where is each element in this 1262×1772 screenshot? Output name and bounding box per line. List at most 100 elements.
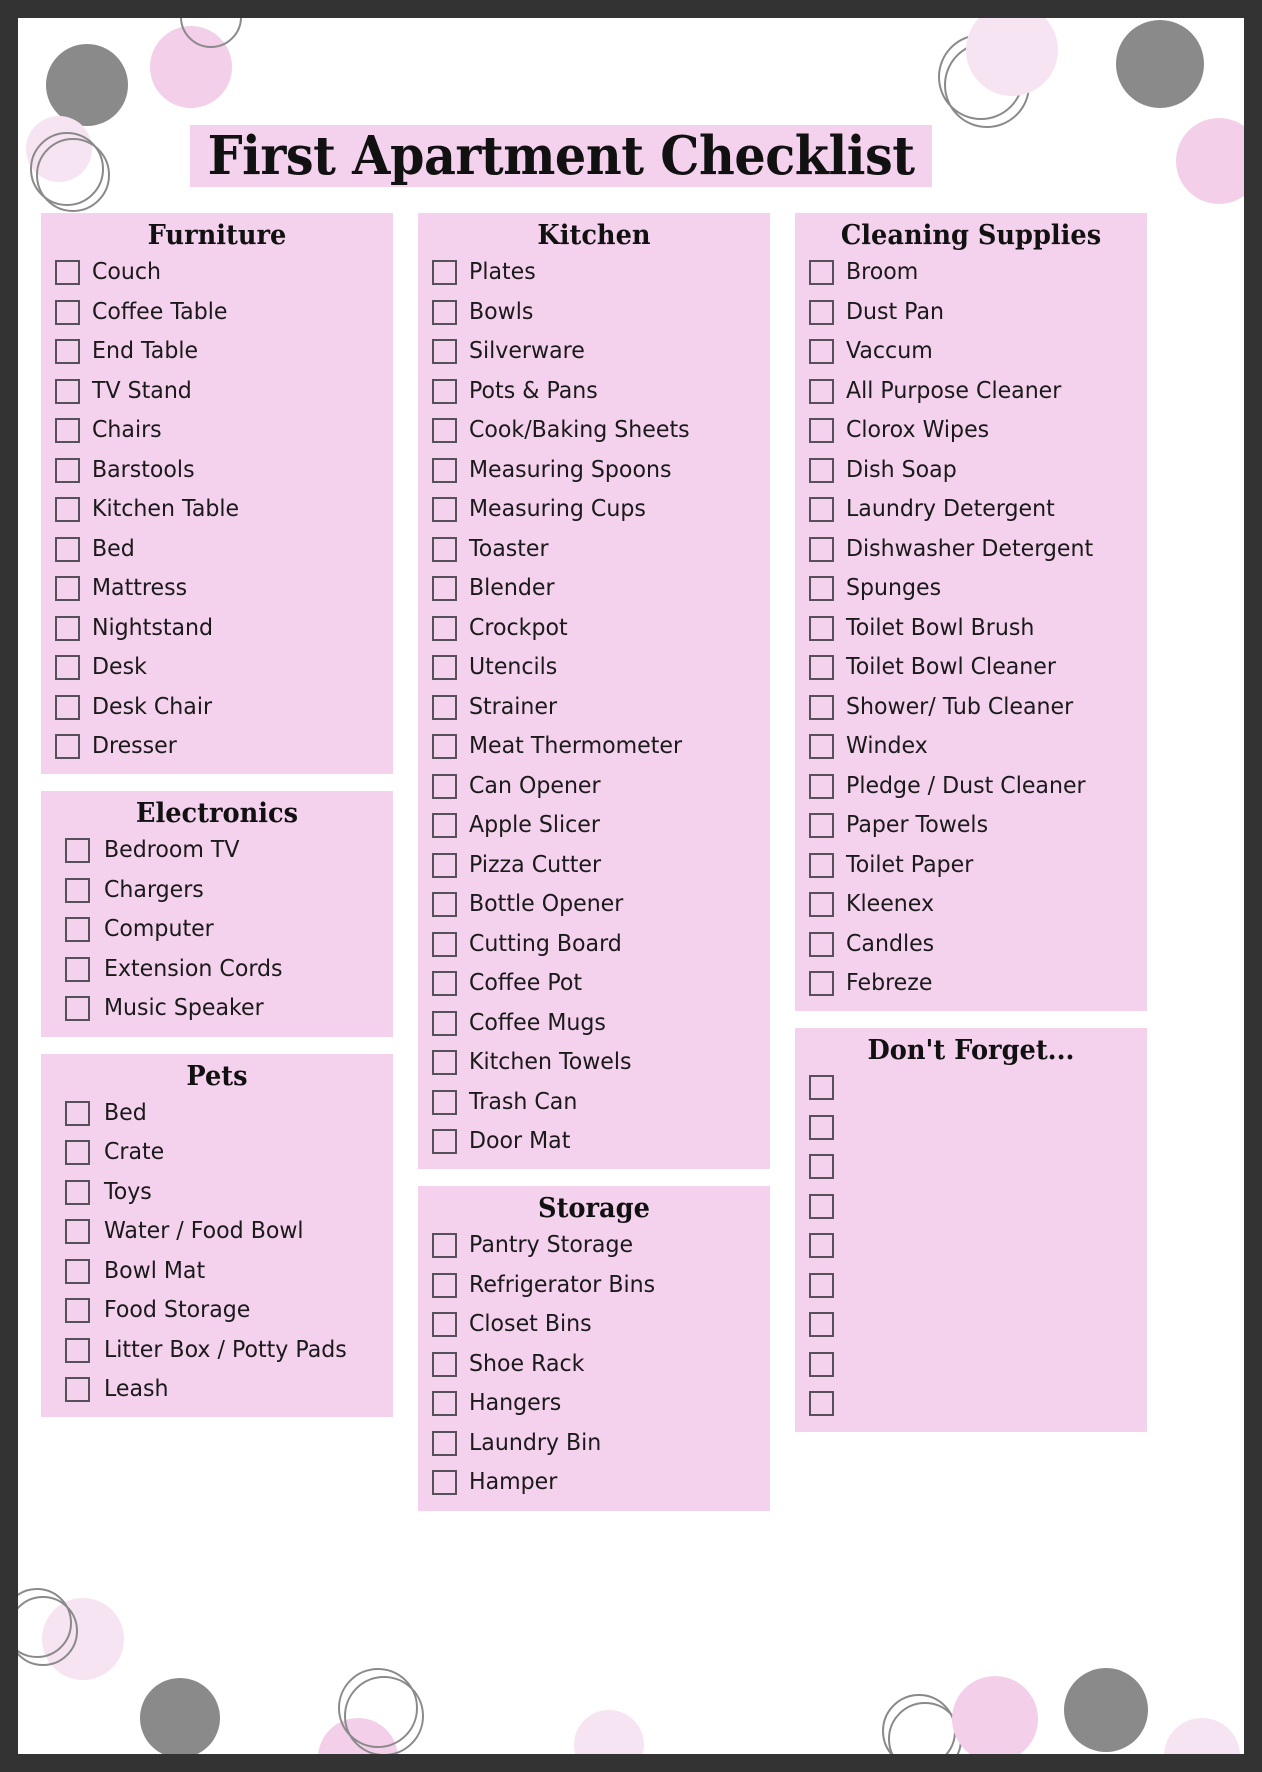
checkbox-icon[interactable] xyxy=(432,1272,457,1298)
checkbox-icon[interactable] xyxy=(65,1140,90,1165)
checkbox-icon[interactable] xyxy=(432,1470,457,1496)
checklist-item[interactable]: Food Storage xyxy=(41,1291,393,1331)
checklist-item[interactable]: Mattress xyxy=(41,569,393,609)
checkbox-icon[interactable] xyxy=(809,576,834,601)
checklist-item[interactable]: Bed xyxy=(41,1093,393,1133)
checkbox-icon[interactable] xyxy=(65,1100,90,1126)
checkbox-icon[interactable] xyxy=(809,418,834,443)
checklist-item[interactable]: Trash Can xyxy=(418,1082,770,1122)
checklist-item[interactable]: Blender xyxy=(418,569,770,609)
checkbox-icon[interactable] xyxy=(55,418,80,443)
checklist-item[interactable]: Pots & Pans xyxy=(418,371,770,411)
checklist-item[interactable]: Door Mat xyxy=(418,1122,770,1162)
checkbox-icon[interactable] xyxy=(809,1272,834,1298)
checkbox-icon[interactable] xyxy=(65,956,90,982)
checklist-item[interactable]: Dishwasher Detergent xyxy=(795,529,1147,569)
checklist-item[interactable]: Couch xyxy=(41,253,393,293)
checkbox-icon[interactable] xyxy=(809,852,834,878)
checklist-item-blank[interactable] xyxy=(795,1187,1147,1227)
checklist-item[interactable]: Water / Food Bowl xyxy=(41,1212,393,1252)
checklist-item[interactable]: Shoe Rack xyxy=(418,1345,770,1385)
checkbox-icon[interactable] xyxy=(55,615,80,641)
checklist-item[interactable]: Measuring Spoons xyxy=(418,450,770,490)
checkbox-icon[interactable] xyxy=(432,339,457,364)
checkbox-icon[interactable] xyxy=(809,931,834,957)
checklist-item[interactable]: Dresser xyxy=(41,727,393,767)
checkbox-icon[interactable] xyxy=(432,536,457,562)
checklist-item[interactable]: Shower/ Tub Cleaner xyxy=(795,687,1147,727)
checklist-item[interactable]: Laundry Bin xyxy=(418,1424,770,1464)
checklist-item[interactable]: Barstools xyxy=(41,450,393,490)
checklist-item[interactable]: Toaster xyxy=(418,529,770,569)
checklist-item[interactable]: Bowls xyxy=(418,292,770,332)
checklist-item[interactable]: Pledge / Dust Cleaner xyxy=(795,766,1147,806)
checklist-item[interactable]: Coffee Mugs xyxy=(418,1003,770,1043)
checkbox-icon[interactable] xyxy=(432,299,457,325)
checkbox-icon[interactable] xyxy=(809,892,834,917)
checklist-item-blank[interactable] xyxy=(795,1266,1147,1306)
checkbox-icon[interactable] xyxy=(432,1430,457,1456)
checklist-item[interactable]: Hangers xyxy=(418,1384,770,1424)
checklist-item[interactable]: Toilet Bowl Cleaner xyxy=(795,648,1147,688)
checkbox-icon[interactable] xyxy=(809,813,834,838)
checkbox-icon[interactable] xyxy=(65,1179,90,1205)
checkbox-icon[interactable] xyxy=(432,615,457,641)
checkbox-icon[interactable] xyxy=(432,1010,457,1036)
checkbox-icon[interactable] xyxy=(809,1351,834,1377)
checkbox-icon[interactable] xyxy=(432,892,457,917)
checkbox-icon[interactable] xyxy=(432,655,457,680)
checklist-item[interactable]: Dish Soap xyxy=(795,450,1147,490)
checklist-item[interactable]: Plates xyxy=(418,253,770,293)
checklist-item[interactable]: TV Stand xyxy=(41,371,393,411)
checklist-item[interactable]: Utencils xyxy=(418,648,770,688)
checkbox-icon[interactable] xyxy=(809,260,834,285)
checklist-item[interactable]: Pizza Cutter xyxy=(418,845,770,885)
checkbox-icon[interactable] xyxy=(432,734,457,759)
checkbox-icon[interactable] xyxy=(65,1258,90,1284)
checkbox-icon[interactable] xyxy=(55,339,80,364)
checkbox-icon[interactable] xyxy=(432,1233,457,1259)
checklist-item[interactable]: Crate xyxy=(41,1133,393,1173)
checklist-item[interactable]: Can Opener xyxy=(418,766,770,806)
checklist-item[interactable]: Computer xyxy=(41,910,393,950)
checkbox-icon[interactable] xyxy=(809,1154,834,1180)
checklist-item[interactable]: Coffee Pot xyxy=(418,964,770,1004)
checkbox-icon[interactable] xyxy=(65,996,90,1022)
checklist-item[interactable]: Closet Bins xyxy=(418,1305,770,1345)
checkbox-icon[interactable] xyxy=(809,1075,834,1101)
checkbox-icon[interactable] xyxy=(55,260,80,285)
checkbox-icon[interactable] xyxy=(432,576,457,601)
checkbox-icon[interactable] xyxy=(55,299,80,325)
checklist-item-blank[interactable] xyxy=(795,1068,1147,1108)
checkbox-icon[interactable] xyxy=(809,1114,834,1140)
checklist-item[interactable]: Cook/Baking Sheets xyxy=(418,411,770,451)
checkbox-icon[interactable] xyxy=(432,260,457,285)
checkbox-icon[interactable] xyxy=(432,1089,457,1115)
checkbox-icon[interactable] xyxy=(65,1219,90,1244)
checklist-item[interactable]: Bed xyxy=(41,529,393,569)
checkbox-icon[interactable] xyxy=(809,1391,834,1417)
checklist-item[interactable]: Litter Box / Potty Pads xyxy=(41,1330,393,1370)
checkbox-icon[interactable] xyxy=(432,418,457,443)
checklist-item[interactable]: Toilet Paper xyxy=(795,845,1147,885)
checklist-item[interactable]: Vaccum xyxy=(795,332,1147,372)
checklist-item[interactable]: Broom xyxy=(795,253,1147,293)
checkbox-icon[interactable] xyxy=(55,694,80,720)
checkbox-icon[interactable] xyxy=(809,694,834,720)
checklist-item-blank[interactable] xyxy=(795,1305,1147,1345)
checklist-item[interactable]: Bowl Mat xyxy=(41,1251,393,1291)
checkbox-icon[interactable] xyxy=(809,1312,834,1338)
checkbox-icon[interactable] xyxy=(65,1298,90,1323)
checklist-item[interactable]: Silverware xyxy=(418,332,770,372)
checkbox-icon[interactable] xyxy=(55,536,80,562)
checklist-item[interactable]: Windex xyxy=(795,727,1147,767)
checkbox-icon[interactable] xyxy=(432,931,457,957)
checklist-item[interactable]: End Table xyxy=(41,332,393,372)
checklist-item[interactable]: All Purpose Cleaner xyxy=(795,371,1147,411)
checkbox-icon[interactable] xyxy=(432,971,457,996)
checklist-item[interactable]: Candles xyxy=(795,924,1147,964)
checkbox-icon[interactable] xyxy=(55,457,80,483)
checkbox-icon[interactable] xyxy=(55,576,80,601)
checkbox-icon[interactable] xyxy=(432,813,457,838)
checkbox-icon[interactable] xyxy=(432,1351,457,1377)
